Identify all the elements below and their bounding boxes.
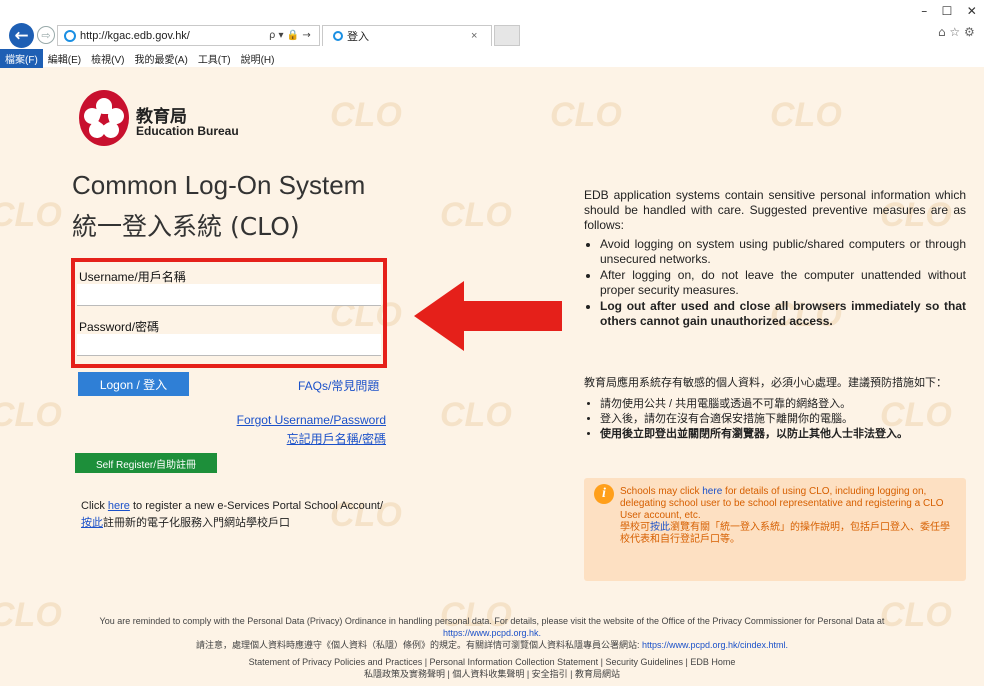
footer-links-zh[interactable]: 私隱政策及實務聲明 | 個人資料收集聲明 | 安全指引 | 教育局網站: [0, 668, 984, 680]
password-label: Password/密碼: [79, 320, 160, 334]
footer: You are reminded to comply with the Pers…: [0, 615, 984, 680]
ie-icon: [333, 31, 343, 41]
back-button[interactable]: ←: [9, 23, 34, 48]
bauhinia-logo: [79, 90, 129, 146]
username-label: Username/用戶名稱: [79, 270, 186, 284]
list-item: After logging on, do not leave the compu…: [600, 268, 966, 298]
watermark: CLO: [440, 396, 512, 434]
login-form-highlight: Username/用戶名稱 Password/密碼: [71, 258, 387, 368]
browser-tab[interactable]: 登入 ×: [322, 25, 492, 46]
toolbar-icons[interactable]: ⌂ ☆ ⚙: [938, 25, 984, 39]
guide-here-link[interactable]: here: [702, 486, 722, 497]
address-url: http://kgac.edb.gov.hk/: [80, 29, 190, 42]
faq-link[interactable]: FAQs/常見問題: [298, 377, 379, 394]
password-input[interactable]: [77, 334, 381, 356]
logon-button[interactable]: Logon / 登入: [78, 372, 189, 396]
security-notice-en: EDB application systems contain sensitiv…: [584, 188, 966, 330]
menu-favorites[interactable]: 我的最愛(A): [129, 49, 192, 68]
forgot-password-link-zh[interactable]: 忘記用戶名稱/密碼: [287, 430, 386, 447]
watermark: CLO: [770, 96, 842, 134]
menu-view[interactable]: 檢視(V): [86, 49, 129, 68]
list-item: 請勿使用公共 / 共用電腦或透過不可靠的網絡登入。: [600, 397, 966, 412]
watermark: CLO: [440, 196, 512, 234]
forward-button[interactable]: ⇨: [37, 26, 55, 44]
pcpd-link-zh[interactable]: https://www.pcpd.org.hk/cindex.html.: [642, 640, 788, 650]
org-name-en: Education Bureau: [136, 124, 239, 138]
list-item: Avoid logging on system using public/sha…: [600, 237, 966, 267]
address-tools[interactable]: ρ ▾ 🔒 →: [269, 30, 319, 41]
register-text-zh: 按此註冊新的電子化服務入門網站學校戶口: [81, 517, 290, 529]
browser-chrome: ← ⇨ http://kgac.edb.gov.hk/ ρ ▾ 🔒 → 登入 ×…: [0, 0, 984, 68]
watermark: CLO: [0, 396, 62, 434]
ie-icon: [64, 29, 76, 42]
menu-bar: 檔案(F) 編輯(E) 檢視(V) 我的最愛(A) 工具(T) 說明(H): [0, 49, 984, 68]
menu-help[interactable]: 說明(H): [236, 49, 280, 68]
window-controls[interactable]: – ☐ ✕: [914, 4, 984, 18]
self-register-button[interactable]: Self Register/自助註冊: [75, 453, 217, 473]
forgot-password-link[interactable]: Forgot Username/Password: [237, 413, 386, 427]
footer-links[interactable]: Statement of Privacy Policies and Practi…: [0, 656, 984, 668]
close-icon[interactable]: ✕: [967, 4, 977, 18]
tab-title: 登入: [347, 31, 369, 43]
page-title: Common Log-On System: [72, 170, 366, 200]
register-text: Click here to register a new e-Services …: [81, 500, 384, 512]
new-tab-button[interactable]: [494, 25, 520, 46]
username-input[interactable]: [77, 284, 381, 306]
list-item: 使用後立即登出並關閉所有瀏覽器，以防止其他人士非法登入。: [600, 427, 966, 442]
minimize-icon[interactable]: –: [921, 4, 927, 18]
watermark: CLO: [550, 96, 622, 134]
info-icon: i: [594, 484, 614, 504]
address-bar[interactable]: http://kgac.edb.gov.hk/ ρ ▾ 🔒 →: [57, 25, 320, 46]
register-here-link-zh[interactable]: 按此: [81, 517, 103, 529]
watermark: CLO: [0, 196, 62, 234]
menu-file[interactable]: 檔案(F): [0, 49, 43, 68]
guide-here-link-zh[interactable]: 按此: [650, 522, 670, 533]
menu-tools[interactable]: 工具(T): [193, 49, 236, 68]
clo-guide-notice: i Schools may click here for details of …: [584, 478, 966, 581]
maximize-icon[interactable]: ☐: [942, 4, 953, 18]
menu-edit[interactable]: 編輯(E): [43, 49, 86, 68]
list-item: Log out after used and close all browser…: [600, 299, 966, 329]
tab-close-icon[interactable]: ×: [471, 30, 491, 42]
watermark: CLO: [330, 96, 402, 134]
pcpd-link[interactable]: https://www.pcpd.org.hk.: [443, 628, 541, 638]
register-here-link[interactable]: here: [108, 500, 130, 512]
page-title-zh: 統一登入系統 (CLO): [72, 212, 300, 241]
left-arrow-icon: [414, 281, 562, 351]
security-notice-zh: 教育局應用系統存有敏感的個人資料，必須小心處理。建議預防措施如下： 請勿使用公共…: [584, 376, 966, 442]
list-item: 登入後，請勿在沒有合適保安措施下離開你的電腦。: [600, 412, 966, 427]
